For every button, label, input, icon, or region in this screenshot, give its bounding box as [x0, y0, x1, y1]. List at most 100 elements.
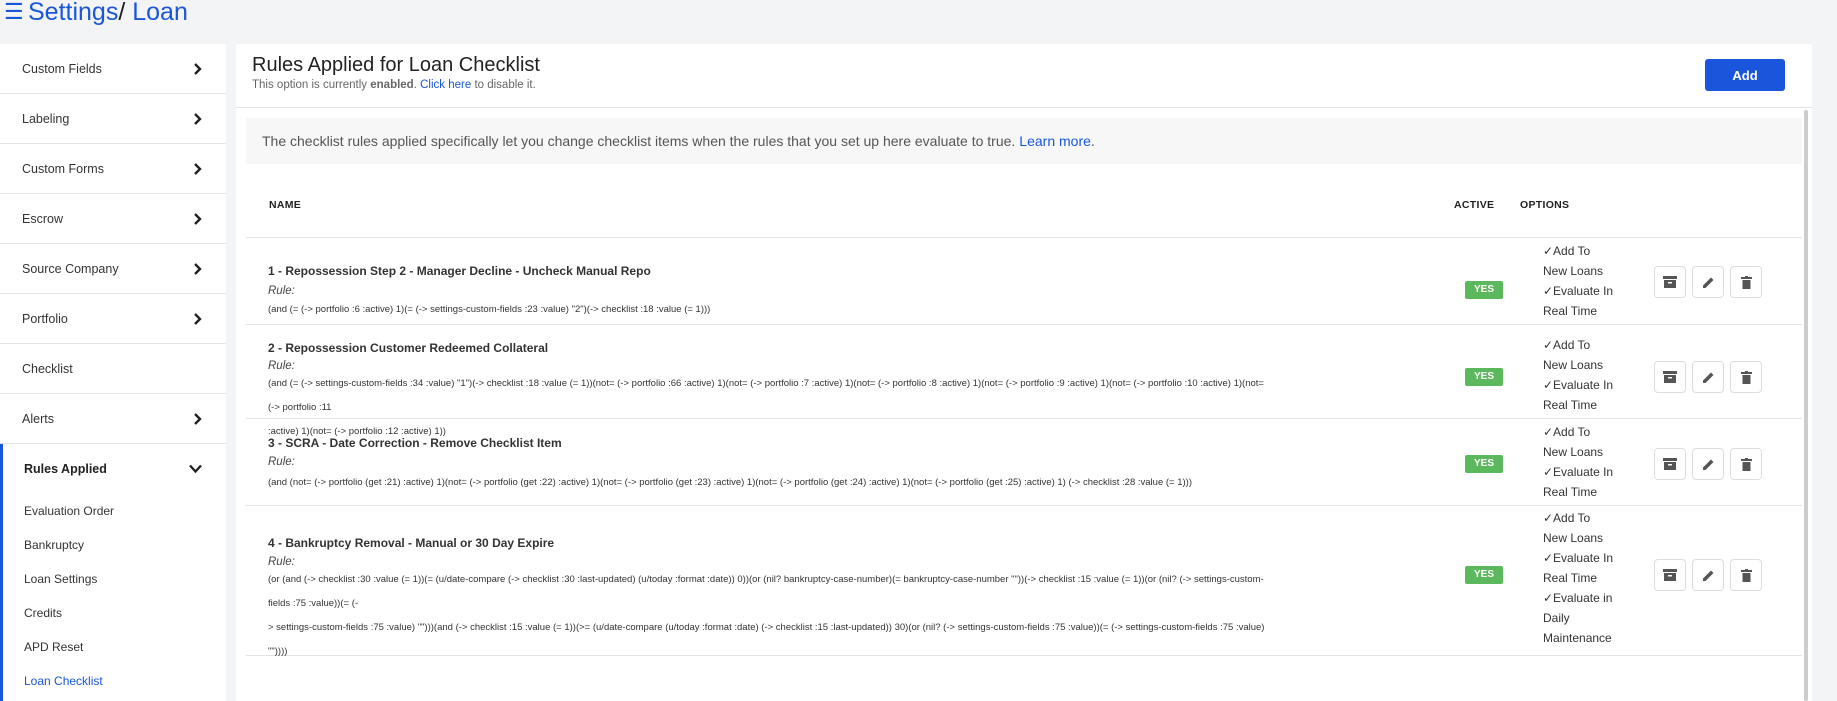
chevron-right-icon: [194, 62, 202, 75]
edit-button[interactable]: [1692, 559, 1724, 591]
topbar: ☰ Settings/ Loan: [0, 0, 1837, 36]
pencil-icon: [1702, 459, 1713, 470]
sidebar-item-escrow[interactable]: Escrow: [0, 194, 226, 244]
option-line: ✓Add To: [1543, 338, 1591, 352]
option-line: New Loans: [1543, 358, 1604, 372]
rule-expression: (or (and (-> checklist :30 :value (= 1))…: [268, 568, 1268, 664]
sidebar-item-custom-forms[interactable]: Custom Forms: [0, 144, 226, 194]
archive-button[interactable]: [1654, 266, 1686, 298]
option-line: New Loans: [1543, 264, 1604, 278]
pencil-icon: [1702, 277, 1713, 288]
disable-link[interactable]: Click here: [420, 79, 471, 91]
rule-options: ✓Add To New Loans ✓Evaluate In Real Time: [1543, 422, 1613, 502]
sidebar-item-label: Custom Forms: [22, 161, 104, 176]
panel-header: Rules Applied for Loan Checklist This op…: [236, 44, 1812, 108]
status-badge: YES: [1465, 455, 1503, 473]
rule-name: 2 - Repossession Customer Redeemed Colla…: [268, 341, 549, 355]
status-prefix: This option is currently: [252, 79, 371, 91]
main-panel: Rules Applied for Loan Checklist This op…: [236, 44, 1812, 701]
rule-expression-line: (and (not= (-> portfolio (get :21) :acti…: [268, 477, 1193, 488]
sidebar-subitem-apd-reset[interactable]: APD Reset: [3, 630, 226, 664]
archive-button[interactable]: [1654, 448, 1686, 480]
sidebar-subitem-credits[interactable]: Credits: [3, 596, 226, 630]
learn-more-link[interactable]: Learn more: [1019, 133, 1091, 149]
sidebar-item-label: Labeling: [22, 111, 70, 126]
option-line: ✓Evaluate In: [1543, 551, 1614, 565]
sidebar-item-custom-fields[interactable]: Custom Fields: [0, 44, 226, 94]
status-badge: YES: [1465, 368, 1503, 386]
archive-icon: [1663, 371, 1677, 383]
rule-expression-line: (or (and (-> checklist :30 :value (= 1))…: [268, 574, 1264, 609]
sidebar-subitem-bankruptcy[interactable]: Bankruptcy: [3, 528, 226, 562]
breadcrumb-separator: /: [118, 0, 126, 26]
sidebar-item-label: Source Company: [22, 261, 119, 276]
option-line: Real Time: [1543, 571, 1598, 585]
status-value: enabled: [370, 79, 414, 91]
status-badge: YES: [1465, 566, 1503, 584]
breadcrumb-root[interactable]: Settings: [28, 0, 118, 26]
sidebar-item-label: Portfolio: [22, 311, 68, 326]
status-suffix: to disable it.: [471, 79, 536, 91]
sidebar-item-portfolio[interactable]: Portfolio: [0, 294, 226, 344]
rule-label: Rule:: [268, 456, 295, 468]
edit-button[interactable]: [1692, 361, 1724, 393]
column-header-active: ACTIVE: [1454, 199, 1495, 211]
sidebar-item-source-company[interactable]: Source Company: [0, 244, 226, 294]
add-button[interactable]: Add: [1705, 59, 1785, 91]
chevron-down-icon: [189, 464, 202, 474]
hamburger-icon[interactable]: ☰: [4, 0, 24, 24]
trash-icon: [1740, 370, 1752, 384]
page-title: Rules Applied for Loan Checklist: [252, 54, 540, 76]
sidebar-item-labeling[interactable]: Labeling: [0, 94, 226, 144]
sidebar: Custom Fields Labeling Custom Forms Escr…: [0, 44, 226, 701]
option-line: ✓Evaluate In: [1543, 284, 1614, 298]
option-line: New Loans: [1543, 445, 1604, 459]
rule-expression-line: (and (= (-> portfolio :6 :active) 1)(= (…: [268, 304, 711, 315]
chevron-right-icon: [194, 212, 202, 225]
scrollbar[interactable]: [1804, 110, 1808, 701]
delete-button[interactable]: [1730, 448, 1762, 480]
sidebar-item-checklist[interactable]: Checklist: [0, 344, 226, 394]
chevron-right-icon: [194, 162, 202, 175]
archive-icon: [1663, 458, 1677, 470]
pencil-icon: [1702, 372, 1713, 383]
rule-expression-line: > settings-custom-fields :75 :value) "")…: [268, 622, 1265, 657]
rule-options: ✓Add To New Loans ✓Evaluate In Real Time…: [1543, 508, 1613, 648]
rule-label: Rule:: [268, 556, 295, 568]
rule-label: Rule:: [268, 285, 295, 297]
archive-button[interactable]: [1654, 559, 1686, 591]
table-row: 1 - Repossession Step 2 - Manager Declin…: [246, 238, 1802, 325]
column-header-name: NAME: [269, 199, 302, 211]
delete-button[interactable]: [1730, 559, 1762, 591]
sidebar-item-alerts[interactable]: Alerts: [0, 394, 226, 444]
rule-label: Rule:: [268, 360, 295, 372]
sidebar-item-label: Checklist: [22, 361, 73, 376]
edit-button[interactable]: [1692, 448, 1724, 480]
sidebar-subitem-evaluation-order[interactable]: Evaluation Order: [3, 494, 226, 528]
rule-options: ✓Add To New Loans ✓Evaluate In Real Time: [1543, 241, 1613, 321]
sidebar-item-rules-applied[interactable]: Rules Applied: [3, 444, 226, 494]
option-line: New Loans: [1543, 531, 1604, 545]
delete-button[interactable]: [1730, 266, 1762, 298]
sidebar-subitem-loan-settings[interactable]: Loan Settings: [3, 562, 226, 596]
sidebar-item-label: Alerts: [22, 411, 54, 426]
status-text: This option is currently enabled. Click …: [252, 79, 536, 91]
rule-expression: (and (= (-> portfolio :6 :active) 1)(= (…: [268, 298, 1268, 322]
table-row: 3 - SCRA - Date Correction - Remove Chec…: [246, 419, 1802, 506]
chevron-right-icon: [194, 262, 202, 275]
option-line: Real Time: [1543, 485, 1598, 499]
delete-button[interactable]: [1730, 361, 1762, 393]
sidebar-item-label: Custom Fields: [22, 61, 102, 76]
sidebar-subitem-loan-checklist[interactable]: Loan Checklist: [3, 664, 226, 698]
option-line: ✓Evaluate In: [1543, 378, 1614, 392]
archive-button[interactable]: [1654, 361, 1686, 393]
breadcrumb: Settings/ Loan: [28, 0, 188, 27]
status-badge: YES: [1465, 281, 1503, 299]
trash-icon: [1740, 457, 1752, 471]
option-line: Daily: [1543, 611, 1570, 625]
edit-button[interactable]: [1692, 266, 1724, 298]
option-line: ✓Add To: [1543, 511, 1591, 525]
option-line: ✓Add To: [1543, 244, 1591, 258]
option-line: Real Time: [1543, 304, 1598, 318]
option-line: ✓Add To: [1543, 425, 1591, 439]
